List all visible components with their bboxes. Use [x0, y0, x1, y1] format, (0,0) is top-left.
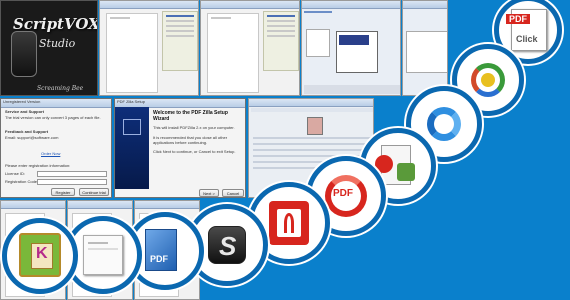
app-window-screenshot-2: [402, 0, 448, 96]
reg-prompt: Please enter registration information:: [5, 163, 71, 168]
app-circle-book[interactable]: K: [2, 218, 78, 294]
code-label: Registration Code:: [5, 179, 39, 184]
setup-heading: Welcome to the PDF Zilla Setup Wizard: [153, 110, 228, 122]
bee-mark: [11, 31, 37, 77]
editor-screenshot-1: [99, 0, 199, 96]
next-button[interactable]: Next >: [199, 189, 219, 197]
setup-body-1: This will install PDFZilla 2.x on your c…: [153, 125, 235, 130]
reg-section-2: Feedback and Support: [5, 129, 49, 134]
logo-brand: Screaming Bee: [37, 85, 84, 92]
setup-wizard-window: PDF Zilla Setup Welcome to the PDF Zilla…: [114, 98, 246, 198]
pdf-app-avatar: [307, 117, 323, 135]
reg-section-1: Service and Support: [5, 109, 44, 114]
logo-subtitle: Studio: [39, 37, 76, 50]
reg-title: Unregistered Version: [1, 99, 111, 108]
pdf-cube-icon: PDF: [145, 229, 177, 271]
pdf-click-icon: PDF Click: [506, 9, 547, 51]
blank-document-icon: [83, 235, 123, 275]
code-input[interactable]: [37, 179, 107, 185]
license-input[interactable]: [37, 171, 107, 177]
continue-trial-button[interactable]: Continue trial: [79, 188, 109, 196]
setup-body-2: It is recommended that you close all oth…: [153, 135, 228, 145]
book-box-icon: K: [19, 233, 61, 277]
reg-link[interactable]: Order Now: [41, 151, 60, 156]
refresh-arrows-icon: [427, 107, 461, 141]
register-button[interactable]: Register: [51, 188, 75, 196]
editor-screenshot-2: [200, 0, 300, 96]
license-label: License ID:: [5, 171, 26, 176]
scriptvox-logo-tile: ScriptVOX Studio Screaming Bee: [0, 0, 98, 96]
s-logo-icon: S: [208, 226, 246, 264]
reg-notice: The trial version can only convert 3 pag…: [5, 115, 101, 120]
setup-body-3: Click Next to continue, or Cancel to exi…: [153, 149, 236, 154]
app-window-screenshot-1: [301, 0, 401, 96]
setup-banner-glyph: [123, 119, 141, 135]
reg-support: Email: support@software.com: [5, 135, 59, 140]
registration-dialog: Unregistered Version Service and Support…: [0, 98, 112, 198]
cancel-button[interactable]: Cancel: [222, 189, 244, 197]
